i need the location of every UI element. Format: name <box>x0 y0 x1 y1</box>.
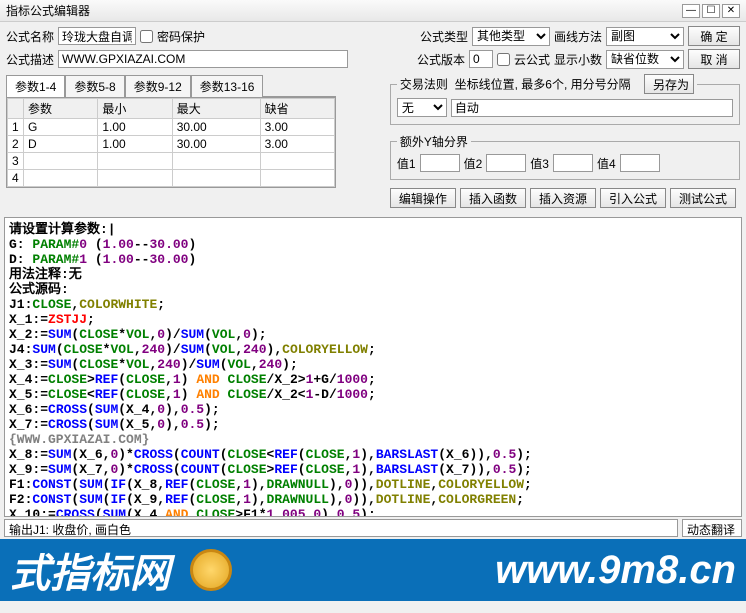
maximize-button[interactable]: ☐ <box>702 4 720 18</box>
v1-label: 值1 <box>397 155 416 172</box>
col-param: 参数 <box>24 99 98 119</box>
insert-func-button[interactable]: 插入函数 <box>460 188 526 208</box>
saveas-button[interactable]: 另存为 <box>644 74 694 94</box>
banner-right: www.9m8.cn <box>495 548 736 593</box>
version-input[interactable] <box>469 50 493 68</box>
minimize-button[interactable]: — <box>682 4 700 18</box>
cloud-label: 云公式 <box>514 51 550 68</box>
table-row: 1G1.0030.003.00 <box>8 119 335 136</box>
col-min: 最小 <box>98 99 172 119</box>
desc-label: 公式描述 <box>6 51 54 68</box>
tab-params-1-4[interactable]: 参数1-4 <box>6 75 65 97</box>
desc-input[interactable] <box>58 50 348 68</box>
version-label: 公式版本 <box>417 51 465 68</box>
banner-left: 式指标网 <box>10 541 170 599</box>
col-max: 最大 <box>172 99 260 119</box>
decimals-select[interactable]: 缺省位数 <box>606 50 684 69</box>
titlebar: 指标公式编辑器 — ☐ ✕ <box>0 0 746 22</box>
tradelaw-group: 交易法则 坐标线位置, 最多6个, 用分号分隔 另存为 无 <box>390 74 740 125</box>
axisnote-label: 坐标线位置, 最多6个, 用分号分隔 <box>455 78 631 92</box>
v2-label: 值2 <box>464 155 483 172</box>
code-editor[interactable]: 请设置计算参数:| G: PARAM#0 (1.00--30.00) D: PA… <box>4 217 742 517</box>
pwd-label: 密码保护 <box>157 28 205 45</box>
pwd-checkbox[interactable] <box>140 30 153 43</box>
table-row: 3 <box>8 153 335 170</box>
v2-input[interactable] <box>486 154 526 172</box>
watermark-banner: 式指标网 www.9m8.cn <box>0 539 746 601</box>
name-input[interactable] <box>58 27 136 45</box>
close-button[interactable]: ✕ <box>722 4 740 18</box>
v3-input[interactable] <box>553 154 593 172</box>
tab-params-13-16[interactable]: 参数13-16 <box>191 75 264 97</box>
table-row: 2D1.0030.003.00 <box>8 136 335 153</box>
extray-legend: 额外Y轴分界 <box>397 133 471 150</box>
output-status: 输出J1: 收盘价, 画白色 <box>4 519 678 537</box>
col-def: 缺省 <box>260 99 334 119</box>
param-grid[interactable]: 参数 最小 最大 缺省 1G1.0030.003.00 2D1.0030.003… <box>6 97 336 188</box>
tradelaw-select[interactable]: 无 <box>397 98 447 117</box>
drawmethod-label: 画线方法 <box>554 28 602 45</box>
edit-button[interactable]: 编辑操作 <box>390 188 456 208</box>
table-row: 4 <box>8 170 335 187</box>
v1-input[interactable] <box>420 154 460 172</box>
name-label: 公式名称 <box>6 28 54 45</box>
import-button[interactable]: 引入公式 <box>600 188 666 208</box>
coin-icon <box>190 549 232 591</box>
autotrans-status: 动态翻译 <box>682 519 742 537</box>
insert-res-button[interactable]: 插入资源 <box>530 188 596 208</box>
tab-params-5-8[interactable]: 参数5-8 <box>65 75 124 97</box>
v4-label: 值4 <box>597 155 616 172</box>
param-tabs: 参数1-4 参数5-8 参数9-12 参数13-16 <box>6 74 336 97</box>
v3-label: 值3 <box>530 155 549 172</box>
type-select[interactable]: 其他类型 <box>472 27 550 46</box>
drawmethod-select[interactable]: 副图 <box>606 27 684 46</box>
v4-input[interactable] <box>620 154 660 172</box>
ok-button[interactable]: 确 定 <box>688 26 740 46</box>
cloud-checkbox[interactable] <box>497 53 510 66</box>
test-button[interactable]: 测试公式 <box>670 188 736 208</box>
axis-input[interactable] <box>451 99 733 117</box>
decimals-label: 显示小数 <box>554 51 602 68</box>
tab-params-9-12[interactable]: 参数9-12 <box>125 75 191 97</box>
window-title: 指标公式编辑器 <box>6 2 680 19</box>
extray-group: 额外Y轴分界 值1 值2 值3 值4 <box>390 133 740 180</box>
cancel-button[interactable]: 取 消 <box>688 49 740 69</box>
tradelaw-legend: 交易法则 <box>400 78 448 92</box>
type-label: 公式类型 <box>420 28 468 45</box>
top-form: 公式名称 密码保护 公式类型 其他类型 画线方法 副图 确 定 公式描述 公式版… <box>0 22 746 215</box>
